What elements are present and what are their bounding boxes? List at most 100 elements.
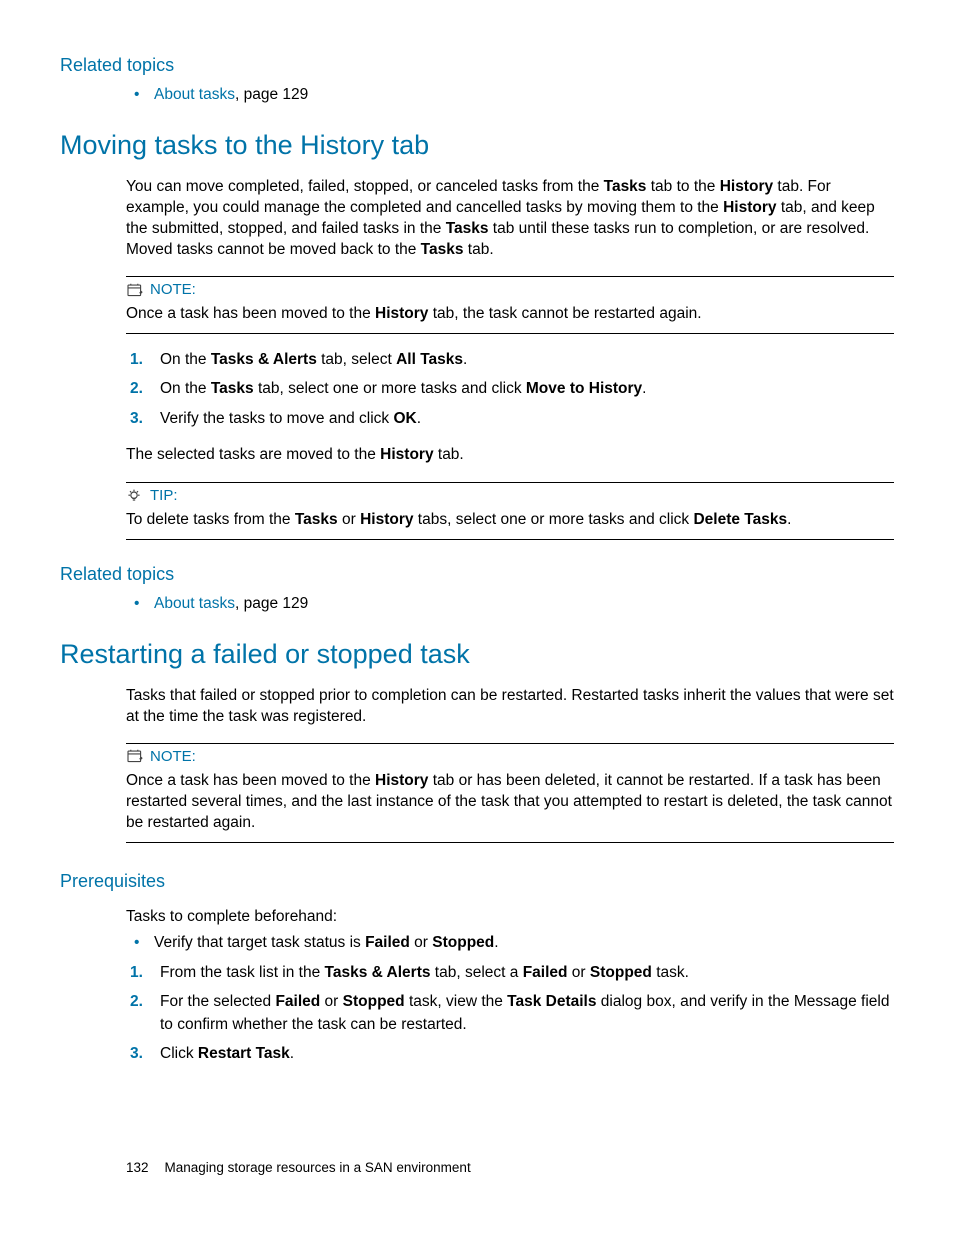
bold: Stopped [432,934,494,951]
text: . [290,1045,294,1062]
note-icon [126,749,144,763]
bold: Restart Task [198,1045,290,1062]
prereq-steps: From the task list in the Tasks & Alerts… [126,961,894,1066]
text: For the selected [160,993,275,1010]
text: Once a task has been moved to the [126,305,375,322]
bold: Delete Tasks [693,511,787,528]
note-body: Once a task has been moved to the Histor… [126,771,894,834]
bold: History [380,446,433,463]
list-item: About tasks, page 129 [126,593,894,615]
text: The selected tasks are moved to the [126,446,380,463]
bold: Tasks [211,380,254,397]
footer-title: Managing storage resources in a SAN envi… [165,1160,471,1175]
bold: Task Details [507,993,596,1010]
step-item: Verify the tasks to move and click OK. [126,407,894,430]
text: tab. [434,446,464,463]
link-tail: , page 129 [235,86,308,103]
page-footer: 132Managing storage resources in a SAN e… [126,1160,471,1175]
text: tabs, select one or more tasks and click [413,511,693,528]
tip-label: TIP: [150,487,178,504]
rule [126,842,894,843]
bold: Stopped [590,964,652,981]
rule [126,539,894,540]
bold: History [375,305,428,322]
text: Once a task has been moved to the [126,772,375,789]
step-item: On the Tasks tab, select one or more tas… [126,377,894,400]
text: tab, the task cannot be restarted again. [428,305,701,322]
bold: Failed [275,993,320,1010]
text: or [320,993,342,1010]
step-item: Click Restart Task. [126,1042,894,1065]
bold: Move to History [526,380,642,397]
note-label: NOTE: [150,748,196,765]
text: Verify the tasks to move and click [160,410,393,427]
bold: Tasks [421,241,464,258]
rule [126,743,894,744]
paragraph: You can move completed, failed, stopped,… [126,177,894,261]
paragraph: Tasks to complete beforehand: [126,907,894,928]
callout-head: NOTE: [126,281,894,298]
text: From the task list in the [160,964,325,981]
bold: Tasks [295,511,338,528]
note-label: NOTE: [150,281,196,298]
note-icon [126,283,144,297]
text: tab, select a [431,964,523,981]
prerequisites-heading: Prerequisites [60,871,894,892]
bold: Failed [365,934,410,951]
text: . [642,380,646,397]
text: task. [652,964,689,981]
text: task, view the [405,993,508,1010]
text: . [787,511,791,528]
page: Related topics About tasks, page 129 Mov… [0,0,954,1235]
bold: Tasks & Alerts [325,964,431,981]
text: tab, select one or more tasks and click [254,380,526,397]
text: or [410,934,432,951]
bold: History [720,178,773,195]
link-tail: , page 129 [235,595,308,612]
note-callout: NOTE: Once a task has been moved to the … [126,743,894,843]
rule [126,276,894,277]
bold: History [723,199,776,216]
related-topics-heading: Related topics [60,55,894,76]
related-topics-list: About tasks, page 129 [126,593,894,615]
step-item: For the selected Failed or Stopped task,… [126,990,894,1037]
text: On the [160,351,211,368]
tip-icon [126,488,144,502]
text: . [494,934,498,951]
text: You can move completed, failed, stopped,… [126,178,604,195]
related-topics-heading: Related topics [60,564,894,585]
bold: Tasks [604,178,647,195]
bold: OK [393,410,416,427]
text: Click [160,1045,198,1062]
paragraph: The selected tasks are moved to the Hist… [126,445,894,466]
bold: Tasks & Alerts [211,351,317,368]
link-about-tasks[interactable]: About tasks [154,595,235,612]
text: Verify that target task status is [154,934,365,951]
tip-callout: TIP: To delete tasks from the Tasks or H… [126,482,894,540]
note-body: Once a task has been moved to the Histor… [126,304,894,325]
steps-list: On the Tasks & Alerts tab, select All Ta… [126,348,894,430]
section-heading-restarting-task: Restarting a failed or stopped task [60,639,894,670]
bold: History [375,772,428,789]
step-item: From the task list in the Tasks & Alerts… [126,961,894,984]
bold: All Tasks [396,351,463,368]
list-item: About tasks, page 129 [126,84,894,106]
bold: Failed [523,964,568,981]
callout-head: NOTE: [126,748,894,765]
related-topics-list: About tasks, page 129 [126,84,894,106]
text: On the [160,380,211,397]
rule [126,482,894,483]
list-item: Verify that target task status is Failed… [126,932,894,954]
bold: Stopped [343,993,405,1010]
text: tab, select [317,351,396,368]
paragraph: Tasks that failed or stopped prior to co… [126,686,894,728]
tip-body: To delete tasks from the Tasks or Histor… [126,510,894,531]
callout-head: TIP: [126,487,894,504]
prereq-bullets: Verify that target task status is Failed… [126,932,894,954]
text: tab to the [646,178,719,195]
rule [126,333,894,334]
link-about-tasks[interactable]: About tasks [154,86,235,103]
note-callout: NOTE: Once a task has been moved to the … [126,276,894,334]
text: tab. [463,241,493,258]
text: . [417,410,421,427]
